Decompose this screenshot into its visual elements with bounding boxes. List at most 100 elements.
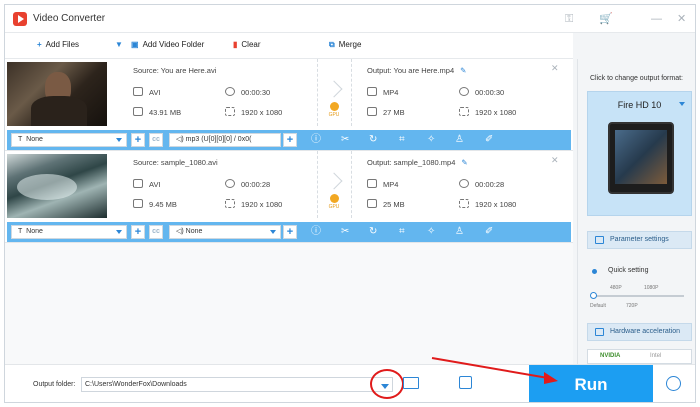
crop-icon[interactable]: ⌗ (399, 226, 405, 238)
highlight-circle (370, 369, 404, 399)
text-icon: T (18, 228, 27, 235)
info-icon[interactable]: ⓘ (311, 134, 321, 146)
out-duration: 00:00:30 (459, 87, 504, 97)
format-icon (367, 87, 377, 96)
subtitle-edit-icon[interactable]: ✐ (485, 226, 493, 238)
file-item: Source: sample_1080.avi AVI 00:00:28 9.4… (5, 151, 573, 243)
merge-button[interactable]: ⧉ Merge (329, 40, 361, 50)
subtitle-select[interactable]: T None (11, 225, 127, 239)
cart-icon[interactable]: 🛒 (599, 13, 613, 25)
add-files-button[interactable]: + Add Files (37, 40, 79, 49)
info-icon[interactable]: ⓘ (311, 226, 321, 238)
cc-icon[interactable]: cc (149, 133, 163, 147)
effects-icon[interactable]: ✧ (427, 134, 435, 146)
cut-icon[interactable]: ✂ (341, 226, 349, 238)
speaker-icon: ◁) (176, 228, 186, 235)
app-logo-icon (13, 12, 27, 26)
add-audio-button[interactable]: + (283, 225, 297, 239)
src-duration: 00:00:28 (225, 179, 270, 189)
clock-icon (459, 87, 469, 96)
slider-knob[interactable] (590, 292, 597, 299)
app-window: Video Converter ⚿ 🛒 — ✕ + Add Files ▼ ▣ Ad… (4, 4, 696, 403)
chevron-down-icon (116, 138, 122, 142)
file-icon (133, 199, 143, 208)
output-name: Output: You are Here.mp4 ✎ (367, 66, 467, 75)
src-format: AVI (133, 87, 161, 97)
key-icon[interactable]: ⚿ (565, 13, 573, 25)
add-files-dropdown-icon[interactable]: ▼ (115, 40, 123, 49)
output-name: Output: sample_1080.mp4 ✎ (367, 158, 468, 167)
parameter-settings-button[interactable]: Parameter settings (587, 231, 692, 249)
rotate-icon[interactable]: ↻ (369, 134, 377, 146)
effects-icon[interactable]: ✧ (427, 226, 435, 238)
resolution-icon (225, 107, 235, 116)
out-resolution: 1920 x 1080 (459, 107, 516, 117)
format-icon (133, 179, 143, 188)
out-format: MP4 (367, 179, 398, 189)
output-folder-field[interactable]: C:\Users\WonderFox\Downloads (81, 377, 393, 392)
format-icon (133, 87, 143, 96)
text-icon: T (18, 136, 27, 143)
quality-slider[interactable] (590, 292, 684, 299)
src-format: AVI (133, 179, 161, 189)
add-subtitle-button[interactable]: + (131, 225, 145, 239)
watermark-icon[interactable]: ♙ (455, 226, 464, 238)
file-icon (367, 107, 377, 116)
alarm-clock-icon[interactable] (666, 376, 681, 391)
trash-icon: ▮ (233, 40, 238, 49)
audio-select[interactable]: ◁) mp3 (U[0][0][0] / 0x0( (169, 133, 281, 147)
video-folder-icon[interactable] (459, 376, 472, 389)
toolbar: + Add Files ▼ ▣ Add Video Folder ▮ Clear ⧉ M… (5, 33, 573, 59)
out-size: 27 MB (367, 107, 405, 117)
gpu-badge: GPU (323, 102, 345, 118)
intel-logo: Intel (650, 353, 662, 359)
add-video-folder-button[interactable]: ▣ Add Video Folder (131, 40, 204, 49)
out-format: MP4 (367, 87, 398, 97)
video-thumbnail[interactable] (7, 62, 107, 126)
cut-icon[interactable]: ✂ (341, 134, 349, 146)
subtitle-edit-icon[interactable]: ✐ (485, 134, 493, 146)
output-format-selector[interactable]: Fire HD 10 (587, 91, 692, 216)
edit-icon[interactable]: ✎ (461, 158, 467, 167)
crop-icon[interactable]: ⌗ (399, 134, 405, 146)
gpu-badge: GPU (323, 194, 345, 210)
file-item: Source: You are Here.avi AVI 00:00:30 43… (5, 59, 573, 151)
run-button[interactable]: Run (529, 365, 653, 402)
src-duration: 00:00:30 (225, 87, 270, 97)
out-duration: 00:00:28 (459, 179, 504, 189)
merge-icon: ⧉ (329, 40, 335, 49)
out-resolution: 1920 x 1080 (459, 199, 516, 209)
video-thumbnail[interactable] (7, 154, 107, 218)
out-size: 25 MB (367, 199, 405, 209)
cc-icon[interactable]: cc (149, 225, 163, 239)
tablet-icon (608, 122, 674, 194)
quick-setting-dot (592, 269, 597, 274)
minimize-icon[interactable]: — (651, 13, 662, 25)
close-icon[interactable]: ✕ (677, 13, 686, 25)
chip-icon (595, 328, 604, 336)
format-panel-label: Click to change output format: (590, 75, 683, 82)
speaker-icon: ◁) (176, 136, 186, 143)
remove-item-icon[interactable]: ✕ (551, 63, 559, 74)
add-subtitle-button[interactable]: + (131, 133, 145, 147)
tick-1080p: 1080P (644, 285, 659, 291)
subtitle-select[interactable]: T None (11, 133, 127, 147)
file-icon (133, 107, 143, 116)
format-name: Fire HD 10 (617, 100, 662, 110)
tick-480p: 480P (610, 285, 622, 291)
format-icon (367, 179, 377, 188)
open-folder-icon[interactable] (403, 377, 419, 389)
rotate-icon[interactable]: ↻ (369, 226, 377, 238)
quick-setting-label: Quick setting (608, 267, 649, 274)
source-name: Source: sample_1080.avi (133, 158, 218, 167)
edit-icon[interactable]: ✎ (460, 66, 466, 75)
gpu-vendors: NVIDIA Intel (587, 349, 692, 364)
watermark-icon[interactable]: ♙ (455, 134, 464, 146)
clear-button[interactable]: ▮ Clear (233, 40, 261, 49)
audio-select[interactable]: ◁) None (169, 225, 281, 239)
src-size: 43.91 MB (133, 107, 181, 117)
remove-item-icon[interactable]: ✕ (551, 155, 559, 166)
clock-icon (225, 179, 235, 188)
add-audio-button[interactable]: + (283, 133, 297, 147)
hardware-acceleration-button[interactable]: Hardware acceleration (587, 323, 692, 341)
